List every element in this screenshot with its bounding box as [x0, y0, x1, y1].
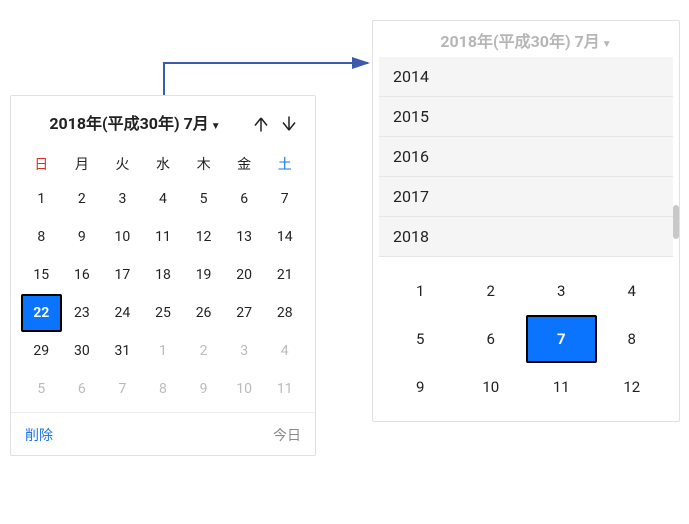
clear-button[interactable]: 削除	[25, 425, 53, 445]
dow-tue: 火	[102, 148, 143, 180]
dow-thu: 木	[183, 148, 224, 180]
date-row: 567891011	[11, 370, 315, 408]
dow-sun: 日	[21, 148, 62, 180]
year-option[interactable]: 2017	[379, 177, 673, 217]
month-cell[interactable]: 11	[526, 363, 597, 411]
date-cell[interactable]: 12	[183, 218, 224, 256]
date-cell[interactable]: 17	[102, 256, 143, 294]
day-of-week-header: 日 月 火 水 木 金 土	[11, 148, 315, 180]
date-cell[interactable]: 8	[21, 218, 62, 256]
date-cell[interactable]: 4	[143, 180, 184, 218]
date-cell[interactable]: 14	[264, 218, 305, 256]
month-year-toggle[interactable]: 2018年(平成30年) 7月▼	[23, 114, 247, 135]
date-cell[interactable]: 31	[102, 332, 143, 370]
year-option[interactable]: 2018	[379, 217, 673, 257]
date-cell[interactable]: 3	[102, 180, 143, 218]
month-cell[interactable]: 1	[385, 267, 456, 315]
dow-sat: 土	[264, 148, 305, 180]
date-cell[interactable]: 15	[21, 256, 62, 294]
date-cell[interactable]: 10	[224, 370, 265, 408]
date-cell[interactable]: 9	[183, 370, 224, 408]
date-cell[interactable]: 4	[264, 332, 305, 370]
year-option[interactable]: 2015	[379, 97, 673, 137]
arrow-down-icon	[280, 115, 298, 133]
date-cell[interactable]: 30	[62, 332, 103, 370]
date-row: 15161718192021	[11, 256, 315, 294]
date-cell[interactable]: 5	[183, 180, 224, 218]
date-picker-popup: 2018年(平成30年) 7月▼ 日 月 火 水 木 金 土 123456789…	[10, 95, 316, 456]
date-cell[interactable]: 19	[183, 256, 224, 294]
month-cell[interactable]: 12	[597, 363, 668, 411]
date-cell[interactable]: 20	[224, 256, 265, 294]
month-cell[interactable]: 7	[526, 315, 597, 363]
date-cell[interactable]: 21	[264, 256, 305, 294]
date-row: 2930311234	[11, 332, 315, 370]
month-cell[interactable]: 8	[597, 315, 668, 363]
date-row: 1234567	[11, 180, 315, 218]
date-cell[interactable]: 27	[224, 294, 265, 332]
year-option[interactable]: 2016	[379, 137, 673, 177]
date-cell[interactable]: 18	[143, 256, 184, 294]
date-cell[interactable]: 2	[183, 332, 224, 370]
year-option[interactable]: 2014	[379, 57, 673, 97]
date-picker-footer: 削除 今日	[11, 412, 315, 455]
dow-mon: 月	[62, 148, 103, 180]
year-month-picker-popup: 2018年(平成30年) 7月▼ 2014 2015 2016 2017 201…	[372, 20, 680, 422]
date-cell[interactable]: 22	[21, 294, 62, 332]
year-month-toggle[interactable]: 2018年(平成30年) 7月▼	[373, 21, 679, 57]
month-year-label: 2018年(平成30年) 7月	[49, 114, 208, 133]
month-cell[interactable]: 3	[526, 267, 597, 315]
date-cell[interactable]: 29	[21, 332, 62, 370]
date-cell[interactable]: 8	[143, 370, 184, 408]
month-cell[interactable]: 9	[385, 363, 456, 411]
date-cell[interactable]: 26	[183, 294, 224, 332]
date-cell[interactable]: 1	[21, 180, 62, 218]
date-row: 891011121314	[11, 218, 315, 256]
date-cell[interactable]: 6	[224, 180, 265, 218]
year-list: 2014 2015 2016 2017 2018	[379, 57, 673, 257]
date-cell[interactable]: 10	[102, 218, 143, 256]
year-month-label: 2018年(平成30年) 7月	[440, 32, 599, 51]
date-picker-header: 2018年(平成30年) 7月▼	[11, 104, 315, 148]
date-cell[interactable]: 23	[62, 294, 103, 332]
date-cell[interactable]: 25	[143, 294, 184, 332]
today-button[interactable]: 今日	[273, 425, 301, 445]
date-cell[interactable]: 16	[62, 256, 103, 294]
date-cell[interactable]: 13	[224, 218, 265, 256]
prev-month-button[interactable]	[247, 110, 275, 138]
date-cell[interactable]: 7	[264, 180, 305, 218]
date-cell[interactable]: 28	[264, 294, 305, 332]
scrollbar-thumb[interactable]	[673, 205, 679, 239]
month-cell[interactable]: 10	[456, 363, 527, 411]
date-cell[interactable]: 7	[102, 370, 143, 408]
caret-down-icon: ▼	[602, 39, 612, 50]
date-row: 22232425262728	[11, 294, 315, 332]
date-cell[interactable]: 6	[62, 370, 103, 408]
date-grid: 1234567891011121314151617181920212223242…	[11, 180, 315, 408]
date-cell[interactable]: 24	[102, 294, 143, 332]
date-cell[interactable]: 11	[143, 218, 184, 256]
month-cell[interactable]: 2	[456, 267, 527, 315]
dow-fri: 金	[224, 148, 265, 180]
date-cell[interactable]: 1	[143, 332, 184, 370]
month-grid: 123456789101112	[373, 257, 679, 411]
month-cell[interactable]: 5	[385, 315, 456, 363]
next-month-button[interactable]	[275, 110, 303, 138]
date-cell[interactable]: 3	[224, 332, 265, 370]
date-cell[interactable]: 2	[62, 180, 103, 218]
date-cell[interactable]: 9	[62, 218, 103, 256]
arrow-up-icon	[252, 115, 270, 133]
caret-down-icon: ▼	[211, 121, 221, 132]
date-cell[interactable]: 5	[21, 370, 62, 408]
month-cell[interactable]: 6	[456, 315, 527, 363]
month-cell[interactable]: 4	[597, 267, 668, 315]
date-cell[interactable]: 11	[264, 370, 305, 408]
dow-wed: 水	[143, 148, 184, 180]
